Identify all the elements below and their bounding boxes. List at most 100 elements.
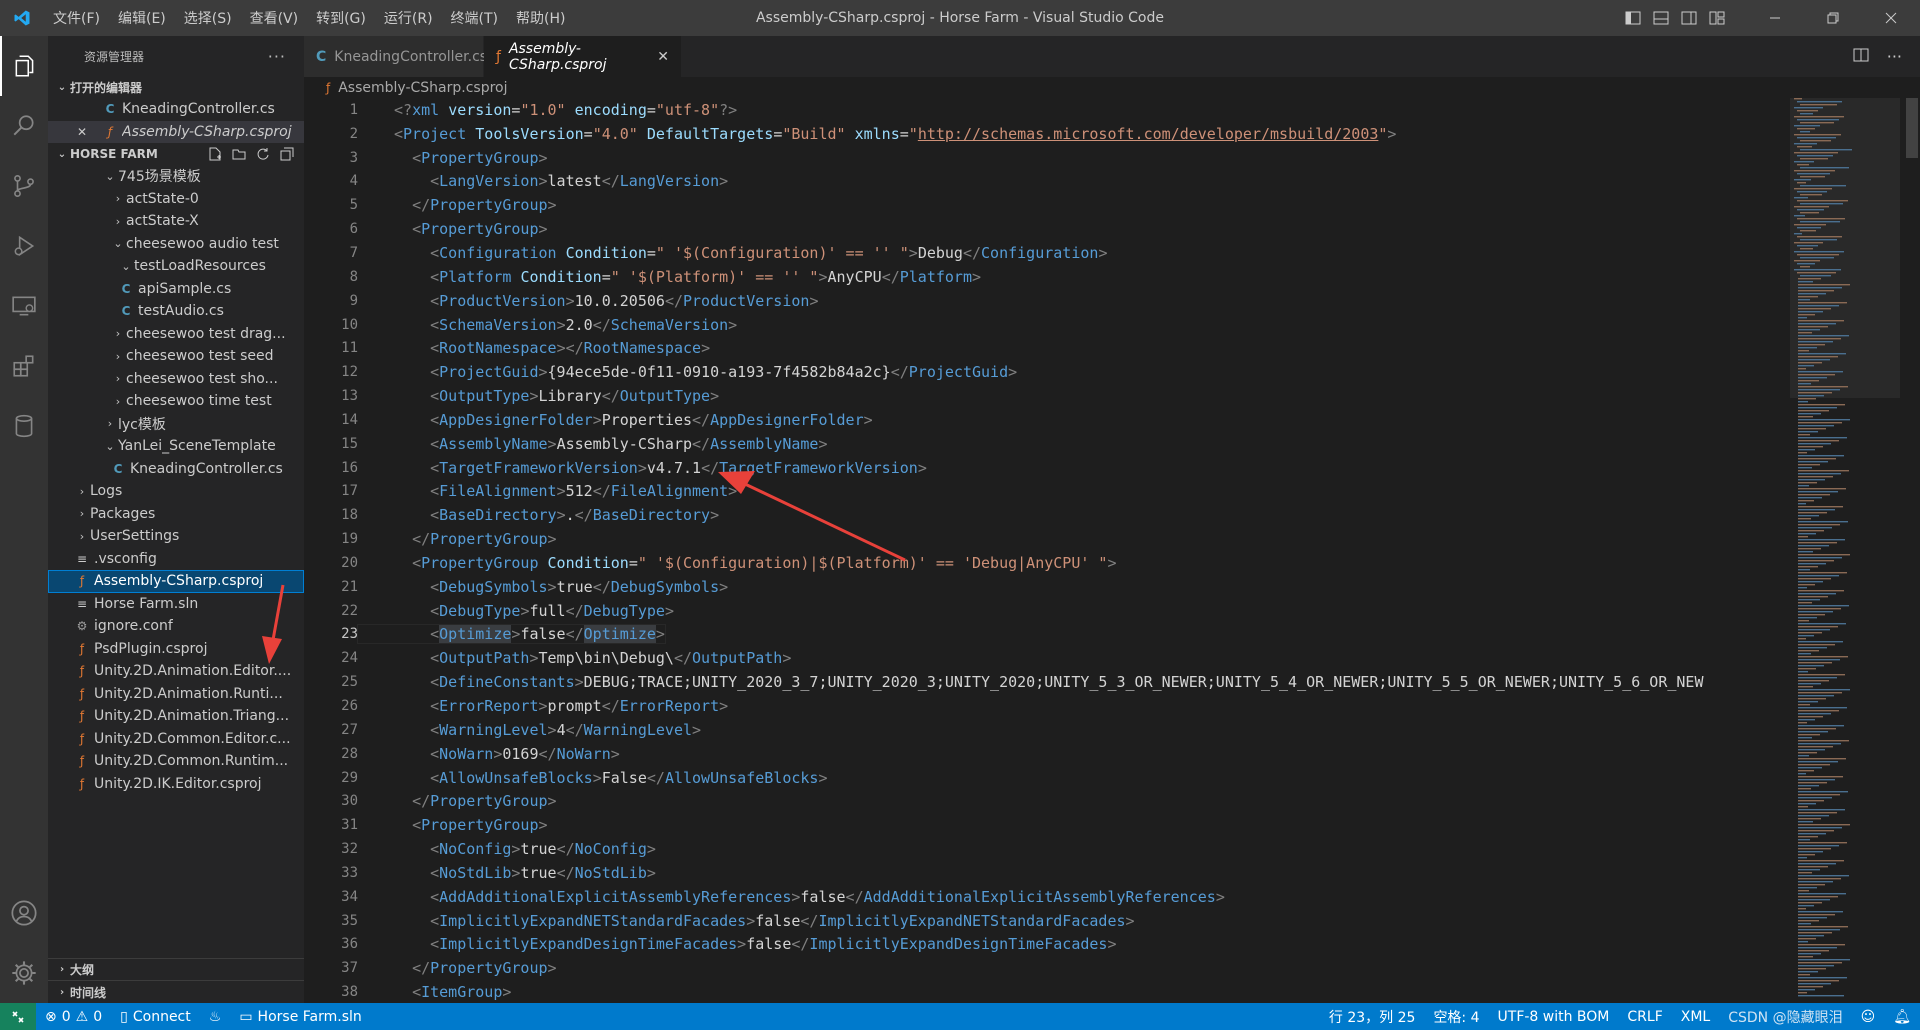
encoding[interactable]: UTF-8 with BOM	[1489, 1009, 1619, 1025]
tree-folder[interactable]: › actState-0	[48, 188, 304, 211]
outline-header[interactable]: › 大纲	[48, 959, 304, 981]
search-icon[interactable]	[0, 96, 48, 156]
close-editor-icon[interactable]: ✕	[74, 125, 90, 139]
menu-view[interactable]: 查看(V)	[241, 8, 308, 28]
tree-folder[interactable]: › Logs	[48, 480, 304, 503]
flame-icon[interactable]: ♨	[200, 1009, 231, 1025]
code-editor[interactable]: 1 <?xml version="1.0" encoding="utf-8"?> …	[304, 98, 1784, 1003]
tree-folder[interactable]: ⌄ YanLei_SceneTemplate	[48, 435, 304, 458]
minimap-line	[1800, 221, 1840, 223]
open-editors-header[interactable]: ⌄ 打开的编辑器	[48, 76, 304, 98]
tab-assembly-csharp[interactable]: ƒ Assembly-CSharp.csproj ✕	[484, 36, 682, 77]
line-number: 26	[341, 698, 358, 715]
restore-icon[interactable]	[1804, 0, 1862, 36]
scrollbar-thumb[interactable]	[1906, 98, 1918, 158]
collapse-all-icon[interactable]	[278, 145, 296, 163]
tab-label: Assembly-CSharp.csproj	[508, 40, 607, 73]
breadcrumb[interactable]: ƒ Assembly-CSharp.csproj	[304, 77, 508, 99]
menu-help[interactable]: 帮助(H)	[507, 8, 574, 28]
minimap-line	[1798, 737, 1812, 739]
toggle-primary-sidebar-icon[interactable]	[1622, 7, 1644, 29]
tree-file[interactable]: ƒ Unity.2D.Animation.Editor....	[48, 660, 304, 683]
tree-file[interactable]: CtestAudio.cs	[48, 300, 304, 323]
timeline-header[interactable]: › 时间线	[48, 981, 304, 1003]
remote-indicator-icon[interactable]	[0, 1003, 36, 1030]
tree-file[interactable]: ƒ Unity.2D.Common.Editor.c...	[48, 728, 304, 751]
tree-folder[interactable]: › actState-X	[48, 210, 304, 233]
explorer-icon[interactable]	[0, 36, 48, 96]
new-file-icon[interactable]	[206, 145, 224, 163]
remote-explorer-icon[interactable]	[0, 276, 48, 336]
new-folder-icon[interactable]	[230, 145, 248, 163]
notifications-icon[interactable]: 🔔︎	[1884, 1009, 1920, 1025]
vertical-scrollbar[interactable]	[1904, 98, 1920, 1003]
tree-folder[interactable]: › cheesewoo test seed	[48, 345, 304, 368]
close-tab-icon[interactable]: ✕	[657, 49, 669, 65]
tree-file[interactable]: ƒ Unity.2D.Animation.Triang...	[48, 705, 304, 728]
tree-folder[interactable]: ⌄ testLoadResources	[48, 255, 304, 278]
chevron-down-icon: ⌄	[105, 169, 115, 183]
tree-file[interactable]: ƒ Unity.2D.IK.Editor.csproj	[48, 773, 304, 796]
problems-indicator[interactable]: ⊗ 0 ⚠ 0	[36, 1009, 111, 1025]
open-editor-item-active[interactable]: ✕ ƒ Assembly-CSharp.csproj	[48, 120, 304, 143]
split-editor-icon[interactable]	[1853, 47, 1869, 67]
menu-go[interactable]: 转到(G)	[307, 8, 375, 28]
end-of-line[interactable]: CRLF	[1618, 1009, 1671, 1025]
menu-file[interactable]: 文件(F)	[44, 8, 109, 28]
accounts-icon[interactable]	[0, 883, 48, 943]
tree-folder[interactable]: › cheesewoo test drag...	[48, 323, 304, 346]
minimap-line	[1798, 797, 1832, 799]
refresh-icon[interactable]	[254, 145, 272, 163]
indentation[interactable]: 空格: 4	[1424, 1007, 1488, 1027]
toggle-panel-icon[interactable]	[1650, 7, 1672, 29]
minimap-line	[1798, 401, 1808, 403]
run-debug-icon[interactable]	[0, 216, 48, 276]
tree-file[interactable]: C KneadingController.cs	[48, 458, 304, 481]
tree-file[interactable]: CapiSample.cs	[48, 278, 304, 301]
tree-file[interactable]: ≡ .vsconfig	[48, 548, 304, 571]
tree-file[interactable]: ƒ Assembly-CSharp.csproj	[48, 570, 304, 593]
tree-folder[interactable]: › UserSettings	[48, 525, 304, 548]
minimize-icon[interactable]	[1746, 0, 1804, 36]
tree-folder[interactable]: › cheesewoo test sho...	[48, 368, 304, 391]
cursor-position[interactable]: 行 23，列 25	[1320, 1007, 1425, 1027]
menu-selection[interactable]: 选择(S)	[175, 8, 241, 28]
breadcrumb-file[interactable]: Assembly-CSharp.csproj	[338, 80, 507, 96]
tree-folder[interactable]: › Packages	[48, 503, 304, 526]
tree-file[interactable]: ƒ Unity.2D.Common.Runtim...	[48, 750, 304, 773]
tree-file[interactable]: ≡ Horse Farm.sln	[48, 593, 304, 616]
menu-edit[interactable]: 编辑(E)	[109, 8, 175, 28]
toggle-secondary-sidebar-icon[interactable]	[1678, 7, 1700, 29]
connect-button[interactable]: ▯ Connect	[111, 1009, 200, 1025]
manage-gear-icon[interactable]	[0, 943, 48, 1003]
language-mode[interactable]: XML	[1672, 1009, 1719, 1025]
tree-file[interactable]: ƒ Unity.2D.Animation.Runti...	[48, 683, 304, 706]
feedback-icon[interactable]: ☺	[1852, 1009, 1885, 1025]
source-control-icon[interactable]	[0, 156, 48, 216]
minimap-line	[1798, 821, 1813, 823]
tree-file[interactable]: ƒ PsdPlugin.csproj	[48, 638, 304, 661]
database-icon[interactable]	[0, 396, 48, 456]
tab-kneading-controller[interactable]: C KneadingController.cs	[304, 36, 488, 77]
tab-label: KneadingController.cs	[334, 48, 488, 65]
tree-file[interactable]: ⚙ ignore.conf	[48, 615, 304, 638]
open-editor-item[interactable]: C KneadingController.cs	[48, 98, 304, 121]
customize-layout-icon[interactable]	[1706, 7, 1728, 29]
minimap-line	[1798, 350, 1809, 352]
solution-button[interactable]: ▭ Horse Farm.sln	[230, 1009, 370, 1025]
more-actions-icon[interactable]: ···	[268, 47, 286, 66]
menu-run[interactable]: 运行(R)	[375, 8, 442, 28]
tree-folder[interactable]: › cheesewoo time test	[48, 390, 304, 413]
minimap-line	[1797, 101, 1842, 103]
minimap-line	[1798, 587, 1807, 589]
minimap[interactable]	[1790, 98, 1900, 1003]
close-window-icon[interactable]	[1862, 0, 1920, 36]
project-header[interactable]: ⌄ HORSE FARM	[48, 143, 304, 165]
tree-folder[interactable]: › lyc模板	[48, 413, 304, 436]
tree-folder[interactable]: ⌄ cheesewoo audio test	[48, 233, 304, 256]
schema-link[interactable]: http://schemas.microsoft.com/developer/m…	[918, 125, 1379, 143]
more-actions-icon[interactable]: ···	[1887, 47, 1902, 66]
extensions-icon[interactable]	[0, 336, 48, 396]
menu-terminal[interactable]: 终端(T)	[442, 8, 507, 28]
tree-folder[interactable]: ⌄ 745场景模板	[48, 165, 304, 188]
